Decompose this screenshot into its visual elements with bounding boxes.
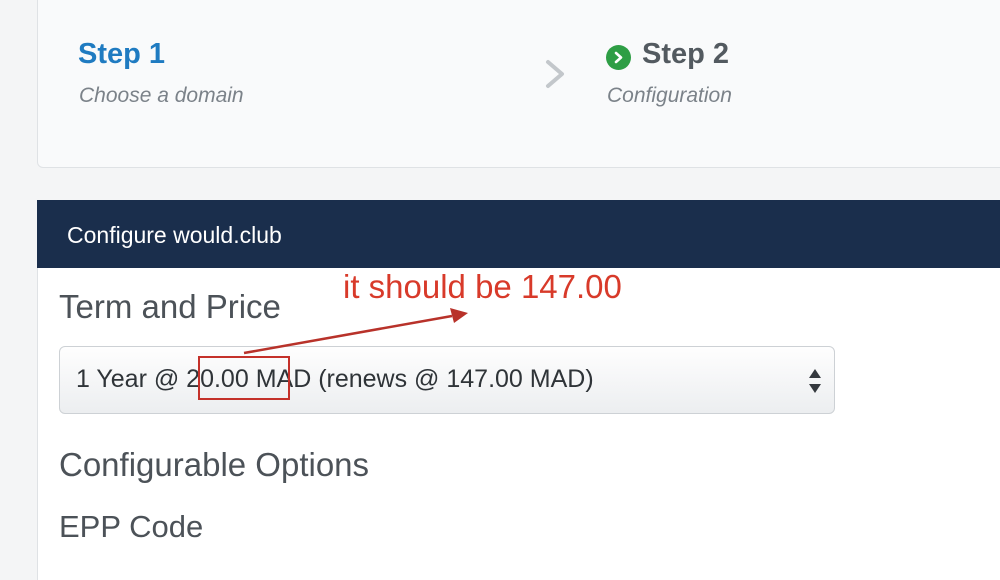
configurable-options-heading: Configurable Options: [59, 446, 370, 483]
step2-subtitle: Configuration: [607, 84, 732, 107]
chevron-right-icon: [546, 60, 564, 88]
config-header: Configure would.club: [37, 200, 1000, 268]
epp-code-label: EPP Code: [59, 509, 204, 544]
step1-subtitle: Choose a domain: [79, 84, 244, 107]
step1-title[interactable]: Step 1: [78, 38, 165, 71]
term-price-select-value: 1 Year @ 20.00 MAD (renews @ 147.00 MAD): [76, 365, 594, 393]
step2-title[interactable]: Step 2: [642, 38, 729, 71]
select-arrows-icon: [809, 369, 821, 393]
term-price-select[interactable]: 1 Year @ 20.00 MAD (renews @ 147.00 MAD): [59, 346, 835, 414]
annotation-text: it should be 147.00: [343, 268, 622, 305]
price-highlight-box: [198, 356, 290, 400]
check-circle-icon: [606, 45, 631, 70]
term-price-label: Term and Price: [59, 288, 281, 325]
